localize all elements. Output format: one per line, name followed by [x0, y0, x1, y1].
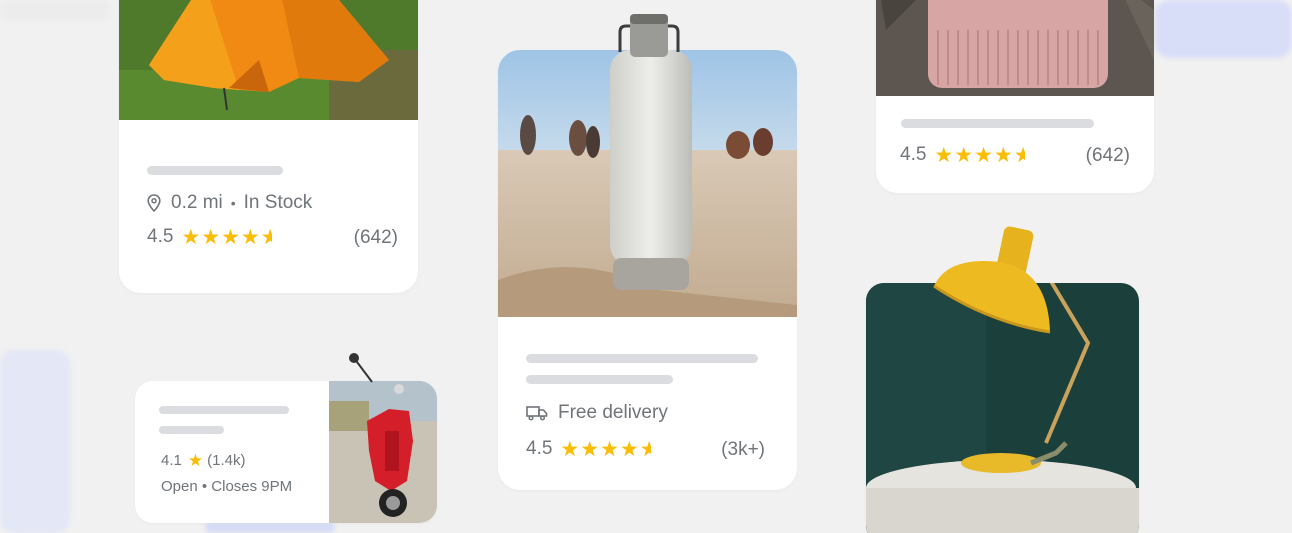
subtitle-placeholder: [159, 426, 224, 434]
half-star-icon: ★: [639, 438, 651, 460]
product-card-tent[interactable]: 0.2 mi • In Stock 4.5 ★ ★ ★ ★ ★ (642): [119, 0, 418, 293]
star-icon: ★: [560, 437, 580, 461]
star-rating: ★ ★ ★ ★ ★: [181, 227, 272, 248]
hours-row: Open • Closes 9PM: [161, 478, 292, 495]
review-count: (3k+): [721, 439, 765, 460]
star-icon: ★: [187, 451, 204, 470]
delivery-text: Free delivery: [558, 402, 668, 423]
star-rating: ★ ★ ★ ★ ★: [560, 439, 651, 460]
half-star-icon: ★: [1013, 144, 1025, 166]
delivery-row: Free delivery: [526, 402, 668, 424]
delivery-truck-icon: [526, 405, 548, 421]
rating-row: 4.5 ★ ★ ★ ★ ★: [147, 226, 273, 248]
star-icon: ★: [974, 143, 993, 167]
location-pin-icon: [147, 194, 161, 212]
rating-row: 4.5 ★ ★ ★ ★ ★: [526, 438, 652, 460]
title-placeholder: [147, 166, 283, 175]
rating-row: 4.5 ★ ★ ★ ★ ★: [900, 144, 1026, 166]
distance-text: 0.2 mi: [171, 192, 223, 213]
background-shape: [205, 522, 335, 533]
rating-value: 4.5: [900, 144, 927, 165]
shopping-collage: 0.2 mi • In Stock 4.5 ★ ★ ★ ★ ★ (642) Fr…: [0, 0, 1292, 533]
star-icon: ★: [993, 143, 1013, 167]
rating-value: 4.1: [161, 452, 182, 469]
bottle-photo: [498, 50, 797, 317]
star-icon: ★: [600, 437, 619, 461]
background-shape: [0, 350, 70, 533]
stock-status: In Stock: [243, 192, 313, 213]
rating-value: 4.5: [526, 438, 553, 459]
star-icon: ★: [619, 437, 639, 461]
star-icon: ★: [221, 225, 240, 249]
star-rating: ★ ★ ★ ★ ★: [934, 145, 1025, 166]
separator: •: [230, 195, 236, 211]
hours-text: Open • Closes 9PM: [161, 478, 293, 495]
star-icon: ★: [240, 225, 260, 249]
availability-row: 0.2 mi • In Stock: [147, 192, 312, 214]
rating-row: 4.1 ★ (1.4k): [161, 452, 245, 469]
lamp-shade: [933, 226, 1051, 334]
product-card-bottle[interactable]: Free delivery 4.5 ★ ★ ★ ★ ★ (3k+): [498, 50, 797, 490]
star-icon: ★: [934, 143, 954, 167]
star-icon: ★: [201, 225, 221, 249]
review-count: (1.4k): [207, 452, 246, 469]
scooter-photo: [329, 381, 437, 523]
rating-value: 4.5: [147, 226, 174, 247]
product-card-beanie[interactable]: 4.5 ★ ★ ★ ★ ★ (642): [876, 0, 1154, 193]
subtitle-placeholder: [526, 375, 673, 384]
background-shape: [1155, 0, 1292, 58]
title-placeholder: [526, 354, 758, 363]
review-count: (642): [1085, 145, 1130, 166]
star-icon: ★: [181, 225, 201, 249]
beanie-photo: [876, 0, 1154, 96]
bottle-cap: [618, 14, 680, 57]
star-icon: ★: [580, 437, 600, 461]
scooter-mirror: [349, 353, 373, 383]
review-count: (642): [353, 227, 398, 248]
tent-photo: [119, 0, 418, 120]
title-placeholder: [159, 406, 289, 414]
title-placeholder: [901, 119, 1094, 128]
star-icon: ★: [954, 143, 974, 167]
background-shape: [0, 0, 110, 20]
product-card-scooter[interactable]: 4.1 ★ (1.4k) Open • Closes 9PM: [135, 381, 437, 523]
half-star-icon: ★: [260, 226, 272, 248]
